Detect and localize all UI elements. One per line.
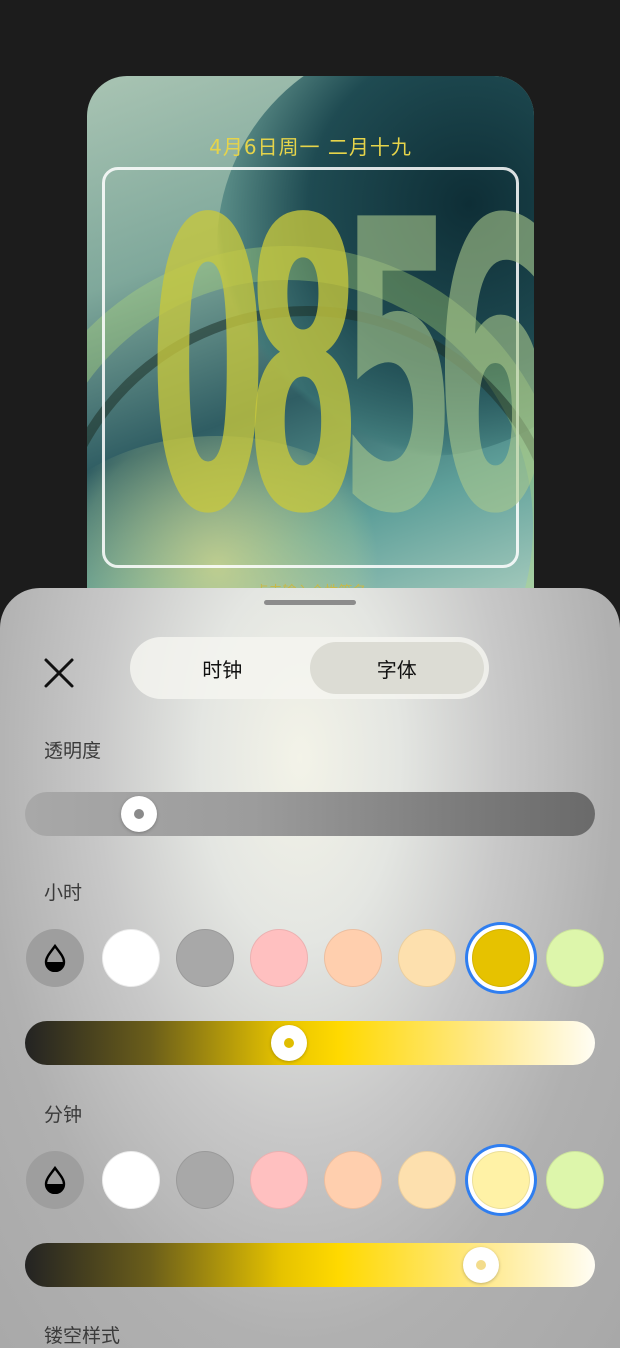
hour-color-slider[interactable] — [25, 1021, 595, 1065]
minute-color-slider[interactable] — [25, 1243, 595, 1287]
clock-style-editor: 4月6日周一 二月十九 0 8 5 6 点击输入个性签名 时钟 字体 透明度 小… — [0, 0, 620, 1348]
tab-switcher: 时钟 字体 — [130, 637, 489, 699]
hour-color-swatch[interactable] — [472, 929, 530, 987]
close-icon[interactable] — [40, 654, 78, 692]
hour-color-swatch[interactable] — [398, 929, 456, 987]
lockscreen-preview: 4月6日周一 二月十九 0 8 5 6 点击输入个性签名 — [87, 76, 534, 636]
minute-color-swatch[interactable] — [250, 1151, 308, 1209]
clock-digits[interactable]: 0 8 5 6 — [122, 137, 534, 602]
minute-color-swatch[interactable] — [398, 1151, 456, 1209]
hour-digit-1: 0 — [149, 137, 267, 602]
eyedropper-button[interactable] — [26, 1151, 84, 1209]
hour-color-swatch[interactable] — [324, 929, 382, 987]
sheet-drag-handle[interactable] — [264, 600, 356, 605]
opacity-slider-thumb[interactable] — [121, 796, 157, 832]
minute-color-swatches — [26, 1151, 620, 1211]
hour-label: 小时 — [44, 882, 83, 904]
hour-digit-2: 8 — [244, 137, 362, 602]
minute-color-swatch[interactable] — [546, 1151, 604, 1209]
minute-color-swatch[interactable] — [176, 1151, 234, 1209]
droplet-icon — [44, 1166, 66, 1194]
droplet-icon — [44, 944, 66, 972]
minute-label: 分钟 — [44, 1104, 83, 1126]
hour-slider-thumb[interactable] — [271, 1025, 307, 1061]
opacity-label: 透明度 — [44, 740, 102, 762]
minute-digit-2: 6 — [435, 170, 534, 570]
tab-clock[interactable]: 时钟 — [135, 642, 310, 694]
hollow-style-label: 镂空样式 — [44, 1325, 121, 1347]
minute-color-swatch[interactable] — [324, 1151, 382, 1209]
minute-digit-1: 5 — [339, 137, 457, 602]
hour-color-swatch[interactable] — [102, 929, 160, 987]
hour-color-swatch[interactable] — [250, 929, 308, 987]
minute-color-swatch[interactable] — [102, 1151, 160, 1209]
bottom-sheet: 时钟 字体 透明度 小时 分钟 镂空样式 — [0, 588, 620, 1348]
hour-color-swatch[interactable] — [546, 929, 604, 987]
opacity-slider[interactable] — [25, 792, 595, 836]
eyedropper-button[interactable] — [26, 929, 84, 987]
tab-font[interactable]: 字体 — [309, 642, 484, 694]
minute-slider-thumb[interactable] — [463, 1247, 499, 1283]
minute-color-swatch[interactable] — [472, 1151, 530, 1209]
hour-color-swatch[interactable] — [176, 929, 234, 987]
hour-color-swatches — [26, 929, 620, 989]
